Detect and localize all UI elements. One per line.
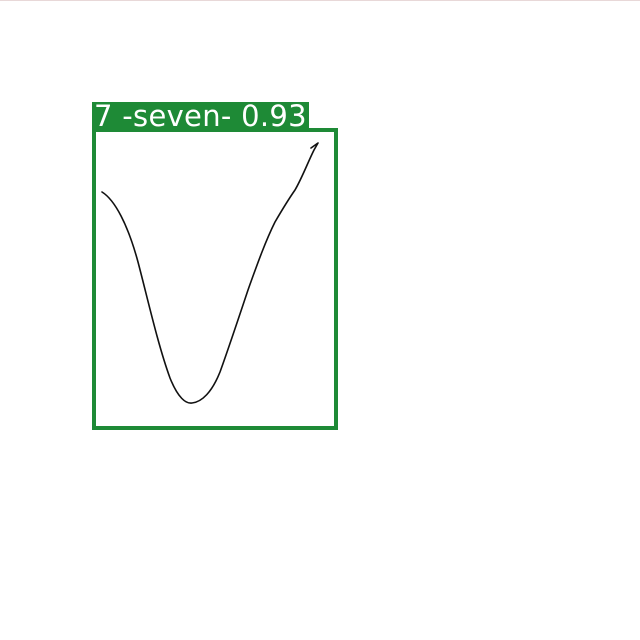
image-canvas: 7 -seven- 0.93 bbox=[0, 0, 640, 640]
detection-bounding-box bbox=[92, 128, 338, 430]
detection-label: 7 -seven- 0.93 bbox=[92, 99, 309, 133]
